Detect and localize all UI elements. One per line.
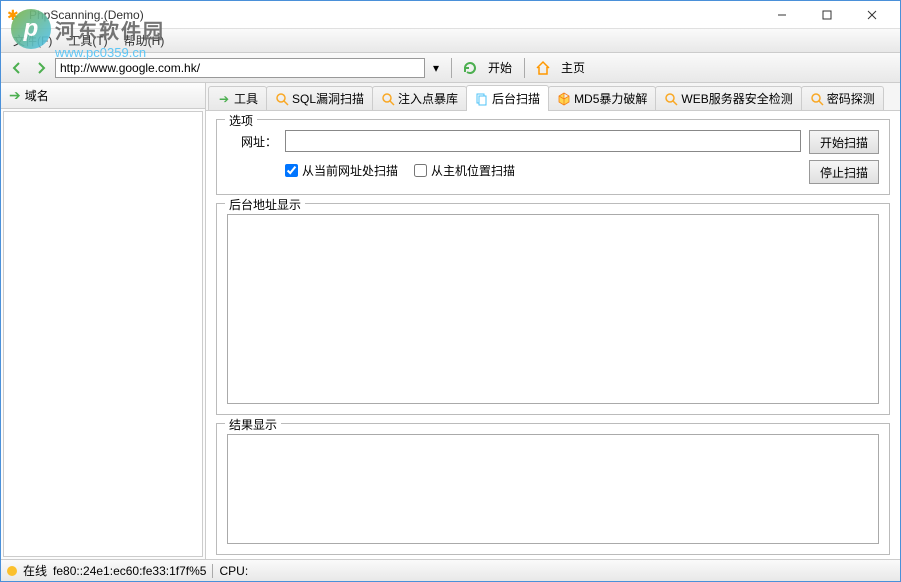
toolbar: ▾ 开始 主页 [1, 53, 900, 83]
cube-icon [557, 92, 571, 106]
chk-current-url[interactable]: 从当前网址处扫描 [285, 162, 398, 179]
left-panel: ➔ 域名 [1, 83, 206, 559]
maximize-button[interactable] [804, 1, 849, 29]
statusbar: 在线 fe80::24e1:ec60:fe33:1f7f%5 CPU: [1, 559, 900, 581]
tab-strip: ➔ 工具 SQL漏洞扫描 注入点暴库 [206, 83, 900, 111]
refresh-icon[interactable] [460, 58, 480, 78]
titlebar: ✱ PhpScanning.(Demo) [1, 1, 900, 29]
options-legend: 选项 [225, 112, 257, 129]
tab-label: SQL漏洞扫描 [292, 90, 364, 107]
start-scan-button[interactable]: 开始扫描 [809, 130, 879, 154]
addr-display-group: 后台地址显示 [216, 203, 890, 415]
magnifier-icon [664, 92, 678, 106]
tab-web-security[interactable]: WEB服务器安全检测 [655, 86, 801, 110]
url-label: 网址： [227, 133, 277, 150]
chk-host-position[interactable]: 从主机位置扫描 [414, 162, 515, 179]
home-icon[interactable] [533, 58, 553, 78]
left-tab-label: 域名 [25, 87, 49, 104]
home-button[interactable]: 主页 [557, 59, 589, 76]
window-title: PhpScanning.(Demo) [29, 8, 759, 22]
tab-label: 后台扫描 [492, 90, 540, 107]
menu-help[interactable]: 帮助(H) [116, 30, 173, 51]
tab-tools[interactable]: ➔ 工具 [208, 86, 267, 110]
app-icon: ✱ [7, 7, 23, 23]
chk-host-position-box[interactable] [414, 164, 427, 177]
menu-file[interactable]: 文件(F) [5, 30, 60, 51]
arrow-right-icon: ➔ [9, 87, 21, 104]
status-ip: fe80::24e1:ec60:fe33:1f7f%5 [53, 564, 206, 578]
addr-display-box[interactable] [227, 214, 879, 404]
chk-current-url-box[interactable] [285, 164, 298, 177]
tab-pwd-detect[interactable]: 密码探测 [801, 86, 884, 110]
tab-md5-brute[interactable]: MD5暴力破解 [548, 86, 656, 110]
start-button[interactable]: 开始 [484, 59, 516, 76]
tab-sql-vuln[interactable]: SQL漏洞扫描 [266, 86, 373, 110]
results-box[interactable] [227, 434, 879, 544]
status-cpu-label: CPU: [219, 564, 248, 578]
status-dot-icon [7, 566, 17, 576]
magnifier-icon [381, 92, 395, 106]
scan-url-input[interactable] [285, 130, 801, 152]
url-field[interactable] [55, 58, 425, 78]
stop-scan-button[interactable]: 停止扫描 [809, 160, 879, 184]
magnifier-icon [810, 92, 824, 106]
addr-display-legend: 后台地址显示 [225, 196, 305, 213]
url-dropdown-icon[interactable]: ▾ [429, 61, 443, 75]
arrow-right-icon: ➔ [217, 92, 231, 106]
left-tab-domain[interactable]: ➔ 域名 [1, 83, 205, 109]
forward-icon[interactable] [31, 58, 51, 78]
back-icon[interactable] [7, 58, 27, 78]
tab-label: 工具 [234, 90, 258, 107]
results-legend: 结果显示 [225, 416, 281, 433]
minimize-button[interactable] [759, 1, 804, 29]
close-button[interactable] [849, 1, 894, 29]
options-group: 选项 网址： 从当前网址处扫描 [216, 119, 890, 195]
tab-label: 注入点暴库 [398, 90, 458, 107]
menubar: 文件(F) 工具(T) 帮助(H) [1, 29, 900, 53]
domain-list[interactable] [3, 111, 203, 557]
tab-label: MD5暴力破解 [574, 90, 647, 107]
results-group: 结果显示 [216, 423, 890, 555]
tab-content: 选项 网址： 从当前网址处扫描 [206, 111, 900, 559]
page-icon [475, 92, 489, 106]
magnifier-icon [275, 92, 289, 106]
tab-inject-dump[interactable]: 注入点暴库 [372, 86, 467, 110]
menu-tools[interactable]: 工具(T) [60, 30, 115, 51]
tab-label: WEB服务器安全检测 [681, 90, 792, 107]
tab-backend-scan[interactable]: 后台扫描 [466, 85, 549, 111]
status-online: 在线 [23, 562, 47, 579]
tab-label: 密码探测 [827, 90, 875, 107]
